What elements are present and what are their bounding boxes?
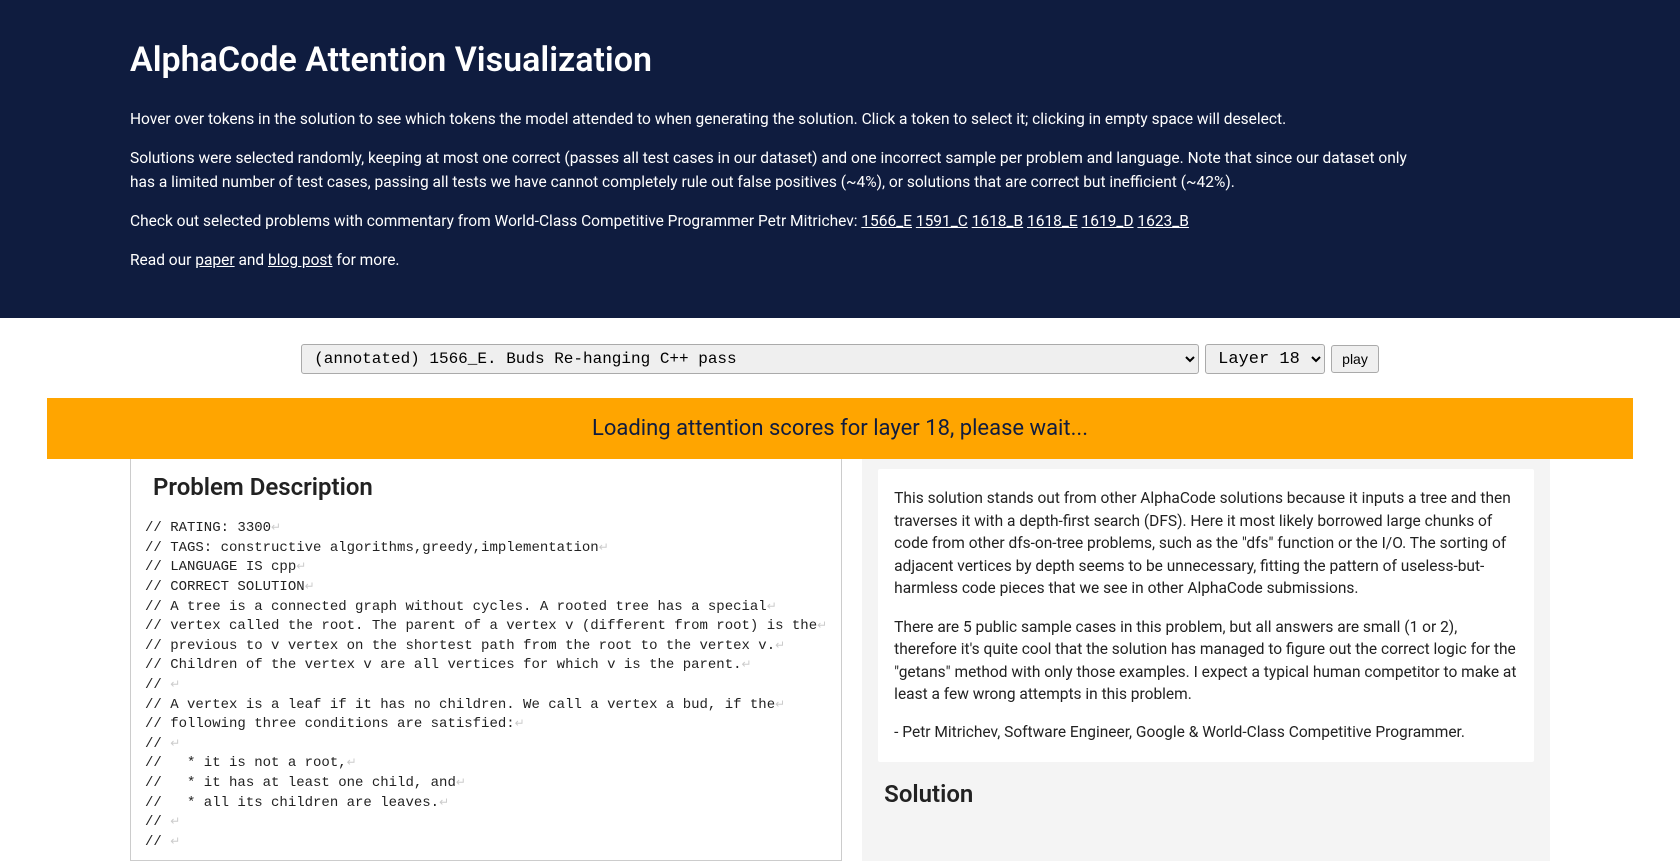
- code-line[interactable]: //: [145, 677, 170, 693]
- problem-description-panel: Problem Description // RATING: 3300↵ // …: [130, 459, 842, 861]
- link-1618-e[interactable]: 1618_E: [1027, 212, 1078, 230]
- formore-text: for more.: [333, 251, 400, 269]
- link-1619-d[interactable]: 1619_D: [1082, 212, 1134, 230]
- controls-bar: (annotated) 1566_E. Buds Re-hanging C++ …: [0, 318, 1680, 384]
- code-line[interactable]: // following three conditions are satisf…: [145, 716, 515, 732]
- page-title: AlphaCode Attention Visualization: [130, 40, 1550, 80]
- checkout-prefix: Check out selected problems with comment…: [130, 212, 861, 230]
- commentary-p3: - Petr Mitrichev, Software Engineer, Goo…: [894, 721, 1518, 743]
- blogpost-link[interactable]: blog post: [268, 251, 332, 269]
- and-text: and: [235, 251, 268, 269]
- code-line[interactable]: //: [145, 736, 170, 752]
- return-char-icon: ↵: [305, 580, 315, 594]
- code-line[interactable]: // TAGS: constructive algorithms,greedy,…: [145, 540, 599, 556]
- intro-paragraph-1: Hover over tokens in the solution to see…: [130, 108, 1430, 131]
- code-line[interactable]: // LANGUAGE IS cpp: [145, 559, 296, 575]
- content-wrapper: Problem Description // RATING: 3300↵ // …: [0, 459, 1680, 861]
- commentary-p1: This solution stands out from other Alph…: [894, 487, 1518, 599]
- return-char-icon: ↵: [271, 521, 281, 535]
- return-char-icon: ↵: [170, 737, 180, 751]
- return-char-icon: ↵: [170, 835, 180, 849]
- problem-code-block[interactable]: // RATING: 3300↵ // TAGS: constructive a…: [131, 511, 841, 860]
- code-line[interactable]: // A vertex is a leaf if it has no child…: [145, 697, 775, 713]
- loading-banner: Loading attention scores for layer 18, p…: [47, 398, 1633, 459]
- code-line[interactable]: // A tree is a connected graph without c…: [145, 599, 767, 615]
- link-1591-c[interactable]: 1591_C: [916, 212, 968, 230]
- code-line[interactable]: // Children of the vertex v are all vert…: [145, 657, 742, 673]
- link-1623-b[interactable]: 1623_B: [1137, 212, 1189, 230]
- problem-description-title: Problem Description: [131, 459, 841, 511]
- checkout-paragraph: Check out selected problems with comment…: [130, 210, 1430, 233]
- link-1566-e[interactable]: 1566_E: [861, 212, 912, 230]
- return-char-icon: ↵: [170, 678, 180, 692]
- return-char-icon: ↵: [170, 815, 180, 829]
- code-line[interactable]: //: [145, 834, 170, 850]
- play-button[interactable]: play: [1331, 345, 1379, 373]
- return-char-icon: ↵: [296, 560, 306, 574]
- return-char-icon: ↵: [347, 756, 357, 770]
- solution-title: Solution: [862, 780, 1550, 812]
- return-char-icon: ↵: [456, 776, 466, 790]
- commentary-box: This solution stands out from other Alph…: [878, 469, 1534, 762]
- return-char-icon: ↵: [767, 600, 777, 614]
- commentary-p2: There are 5 public sample cases in this …: [894, 616, 1518, 706]
- code-line[interactable]: // CORRECT SOLUTION: [145, 579, 305, 595]
- code-line[interactable]: // * it has at least one child, and: [145, 775, 456, 791]
- paper-link[interactable]: paper: [195, 251, 234, 269]
- code-line[interactable]: // * it is not a root,: [145, 755, 347, 771]
- solution-panel: This solution stands out from other Alph…: [862, 459, 1550, 861]
- return-char-icon: ↵: [439, 796, 449, 810]
- code-line[interactable]: // vertex called the root. The parent of…: [145, 618, 817, 634]
- header: AlphaCode Attention Visualization Hover …: [0, 0, 1680, 318]
- return-char-icon: ↵: [775, 639, 785, 653]
- code-line[interactable]: //: [145, 814, 170, 830]
- return-char-icon: ↵: [775, 698, 785, 712]
- readour-prefix: Read our: [130, 251, 195, 269]
- return-char-icon: ↵: [817, 619, 827, 633]
- return-char-icon: ↵: [515, 717, 525, 731]
- code-line[interactable]: // RATING: 3300: [145, 520, 271, 536]
- code-line[interactable]: // previous to v vertex on the shortest …: [145, 638, 775, 654]
- code-line[interactable]: // * all its children are leaves.: [145, 795, 439, 811]
- readour-paragraph: Read our paper and blog post for more.: [130, 249, 1430, 272]
- return-char-icon: ↵: [599, 541, 609, 555]
- intro-paragraph-2: Solutions were selected randomly, keepin…: [130, 147, 1430, 194]
- problem-select[interactable]: (annotated) 1566_E. Buds Re-hanging C++ …: [301, 344, 1199, 374]
- layer-select[interactable]: Layer 18: [1205, 344, 1325, 374]
- return-char-icon: ↵: [742, 658, 752, 672]
- link-1618-b[interactable]: 1618_B: [972, 212, 1024, 230]
